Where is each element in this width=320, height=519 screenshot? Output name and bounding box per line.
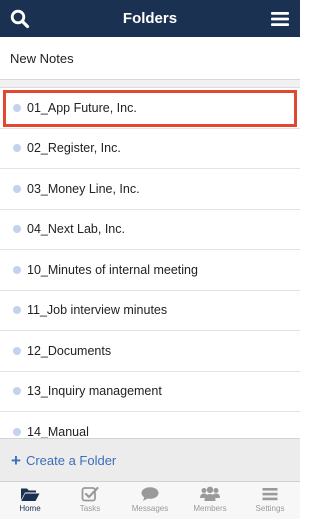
folder-name: 10_Minutes of internal meeting — [27, 262, 198, 277]
bottom-tab-bar: Home Tasks Messages Members Settings — [0, 481, 300, 519]
bullet-dot-icon — [13, 103, 21, 112]
top-nav-bar: Folders — [0, 0, 300, 37]
folder-item-manual[interactable]: 14_Manual — [0, 412, 300, 438]
folder-name: 01_App Future, Inc. — [27, 100, 137, 115]
search-button[interactable] — [2, 0, 38, 37]
section-divider — [0, 80, 300, 88]
tab-messages[interactable]: Messages — [120, 482, 180, 519]
folder-name: 12_Documents — [27, 343, 112, 358]
folder-name: 13_Inquiry management — [27, 384, 162, 399]
folder-name: 11_Job interview minutes — [27, 303, 168, 318]
new-notes-item[interactable]: New Notes — [0, 37, 300, 80]
folder-list[interactable]: 01_App Future, Inc. 02_Register, Inc. 03… — [0, 88, 300, 438]
tab-label: Settings — [255, 504, 285, 513]
tab-members[interactable]: Members — [180, 482, 240, 519]
bullet-dot-icon — [13, 346, 21, 355]
bullet-dot-icon — [13, 265, 21, 274]
settings-bars-icon — [262, 488, 278, 501]
folder-item-money-line[interactable]: 03_Money Line, Inc. — [0, 169, 300, 210]
folder-item-next-lab[interactable]: 04_Next Lab, Inc. — [0, 210, 300, 250]
chat-bubble-icon — [141, 487, 159, 501]
tab-label: Members — [193, 504, 227, 513]
folder-name: 14_Manual — [27, 424, 89, 438]
tab-home[interactable]: Home — [0, 482, 60, 519]
hamburger-menu-icon — [271, 11, 289, 26]
folder-item-app-future[interactable]: 01_App Future, Inc. — [0, 88, 300, 129]
bullet-dot-icon — [13, 184, 21, 193]
create-folder-label: Create a Folder — [25, 452, 117, 468]
menu-button[interactable] — [262, 0, 298, 37]
folder-item-internal-meeting[interactable]: 10_Minutes of internal meeting — [0, 250, 300, 291]
folder-open-icon — [21, 488, 40, 501]
tab-tasks[interactable]: Tasks — [60, 482, 120, 519]
folder-item-documents[interactable]: 12_Documents — [0, 331, 300, 372]
tab-label: Home — [19, 504, 41, 513]
bullet-dot-icon — [13, 306, 21, 315]
folder-item-job-interview[interactable]: 11_Job interview minutes — [0, 291, 300, 331]
tab-settings[interactable]: Settings — [240, 482, 300, 519]
folder-name: 03_Money Line, Inc. — [27, 181, 140, 196]
bullet-dot-icon — [13, 144, 21, 153]
tab-label: Messages — [131, 504, 169, 513]
folder-name: 04_Next Lab, Inc. — [27, 222, 125, 237]
folder-item-inquiry-management[interactable]: 13_Inquiry management — [0, 372, 300, 412]
new-notes-label: New Notes — [10, 50, 74, 66]
bullet-dot-icon — [13, 427, 21, 436]
page-title: Folders — [122, 10, 178, 27]
folder-item-register[interactable]: 02_Register, Inc. — [0, 129, 300, 169]
plus-icon: + — [11, 450, 21, 470]
checkbox-icon — [81, 486, 99, 502]
search-icon — [10, 9, 30, 28]
tab-label: Tasks — [79, 504, 101, 513]
create-folder-button[interactable]: + Create a Folder — [0, 438, 300, 481]
bullet-dot-icon — [13, 225, 21, 234]
people-icon — [200, 486, 220, 501]
folder-name: 02_Register, Inc. — [27, 141, 121, 156]
bullet-dot-icon — [13, 387, 21, 396]
